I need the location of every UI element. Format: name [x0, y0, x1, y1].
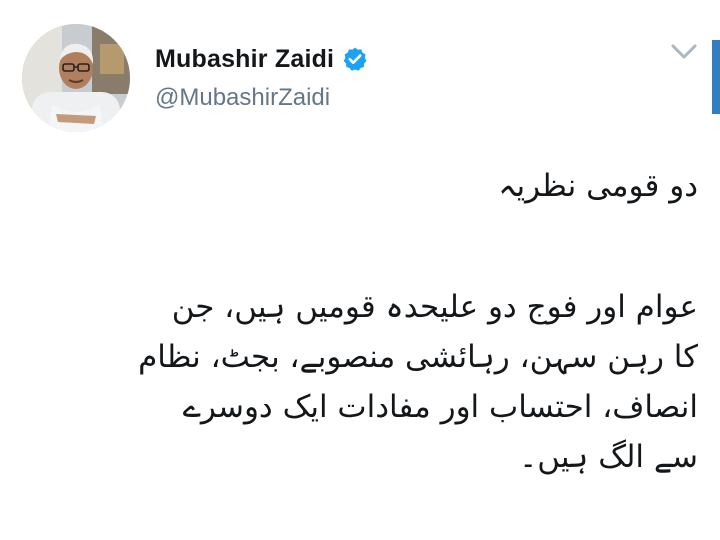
tweet-heading: دو قومی نظریہ [498, 168, 698, 204]
avatar[interactable] [22, 24, 130, 132]
tweet-line: عوام اور فوج دو علیحدہ قومیں ہیں، جن [171, 289, 698, 325]
user-handle[interactable]: @MubashirZaidi [155, 84, 330, 112]
name-row: Mubashir Zaidi [155, 42, 368, 76]
tweet-line: کا رہن سہن، رہائشی منصوبے، بجٹ، نظام [138, 339, 698, 375]
tweet-line: انصاف، احتساب اور مفادات ایک دوسرے [182, 389, 698, 425]
scrollbar-edge[interactable] [712, 40, 720, 114]
avatar-photo [22, 24, 130, 132]
display-name[interactable]: Mubashir Zaidi [155, 45, 334, 74]
tweet-card: Mubashir Zaidi @MubashirZaidi دو قومی نظ… [0, 0, 720, 540]
chevron-down-icon[interactable] [668, 40, 700, 64]
verified-badge-icon [343, 47, 367, 71]
tweet-paragraph: عوام اور فوج دو علیحدہ قومیں ہیں، جن کا … [22, 282, 698, 482]
tweet-text: دو قومی نظریہ عوام اور فوج دو علیحدہ قوم… [22, 160, 698, 482]
tweet-line: سے الگ ہیں۔ [519, 439, 698, 475]
